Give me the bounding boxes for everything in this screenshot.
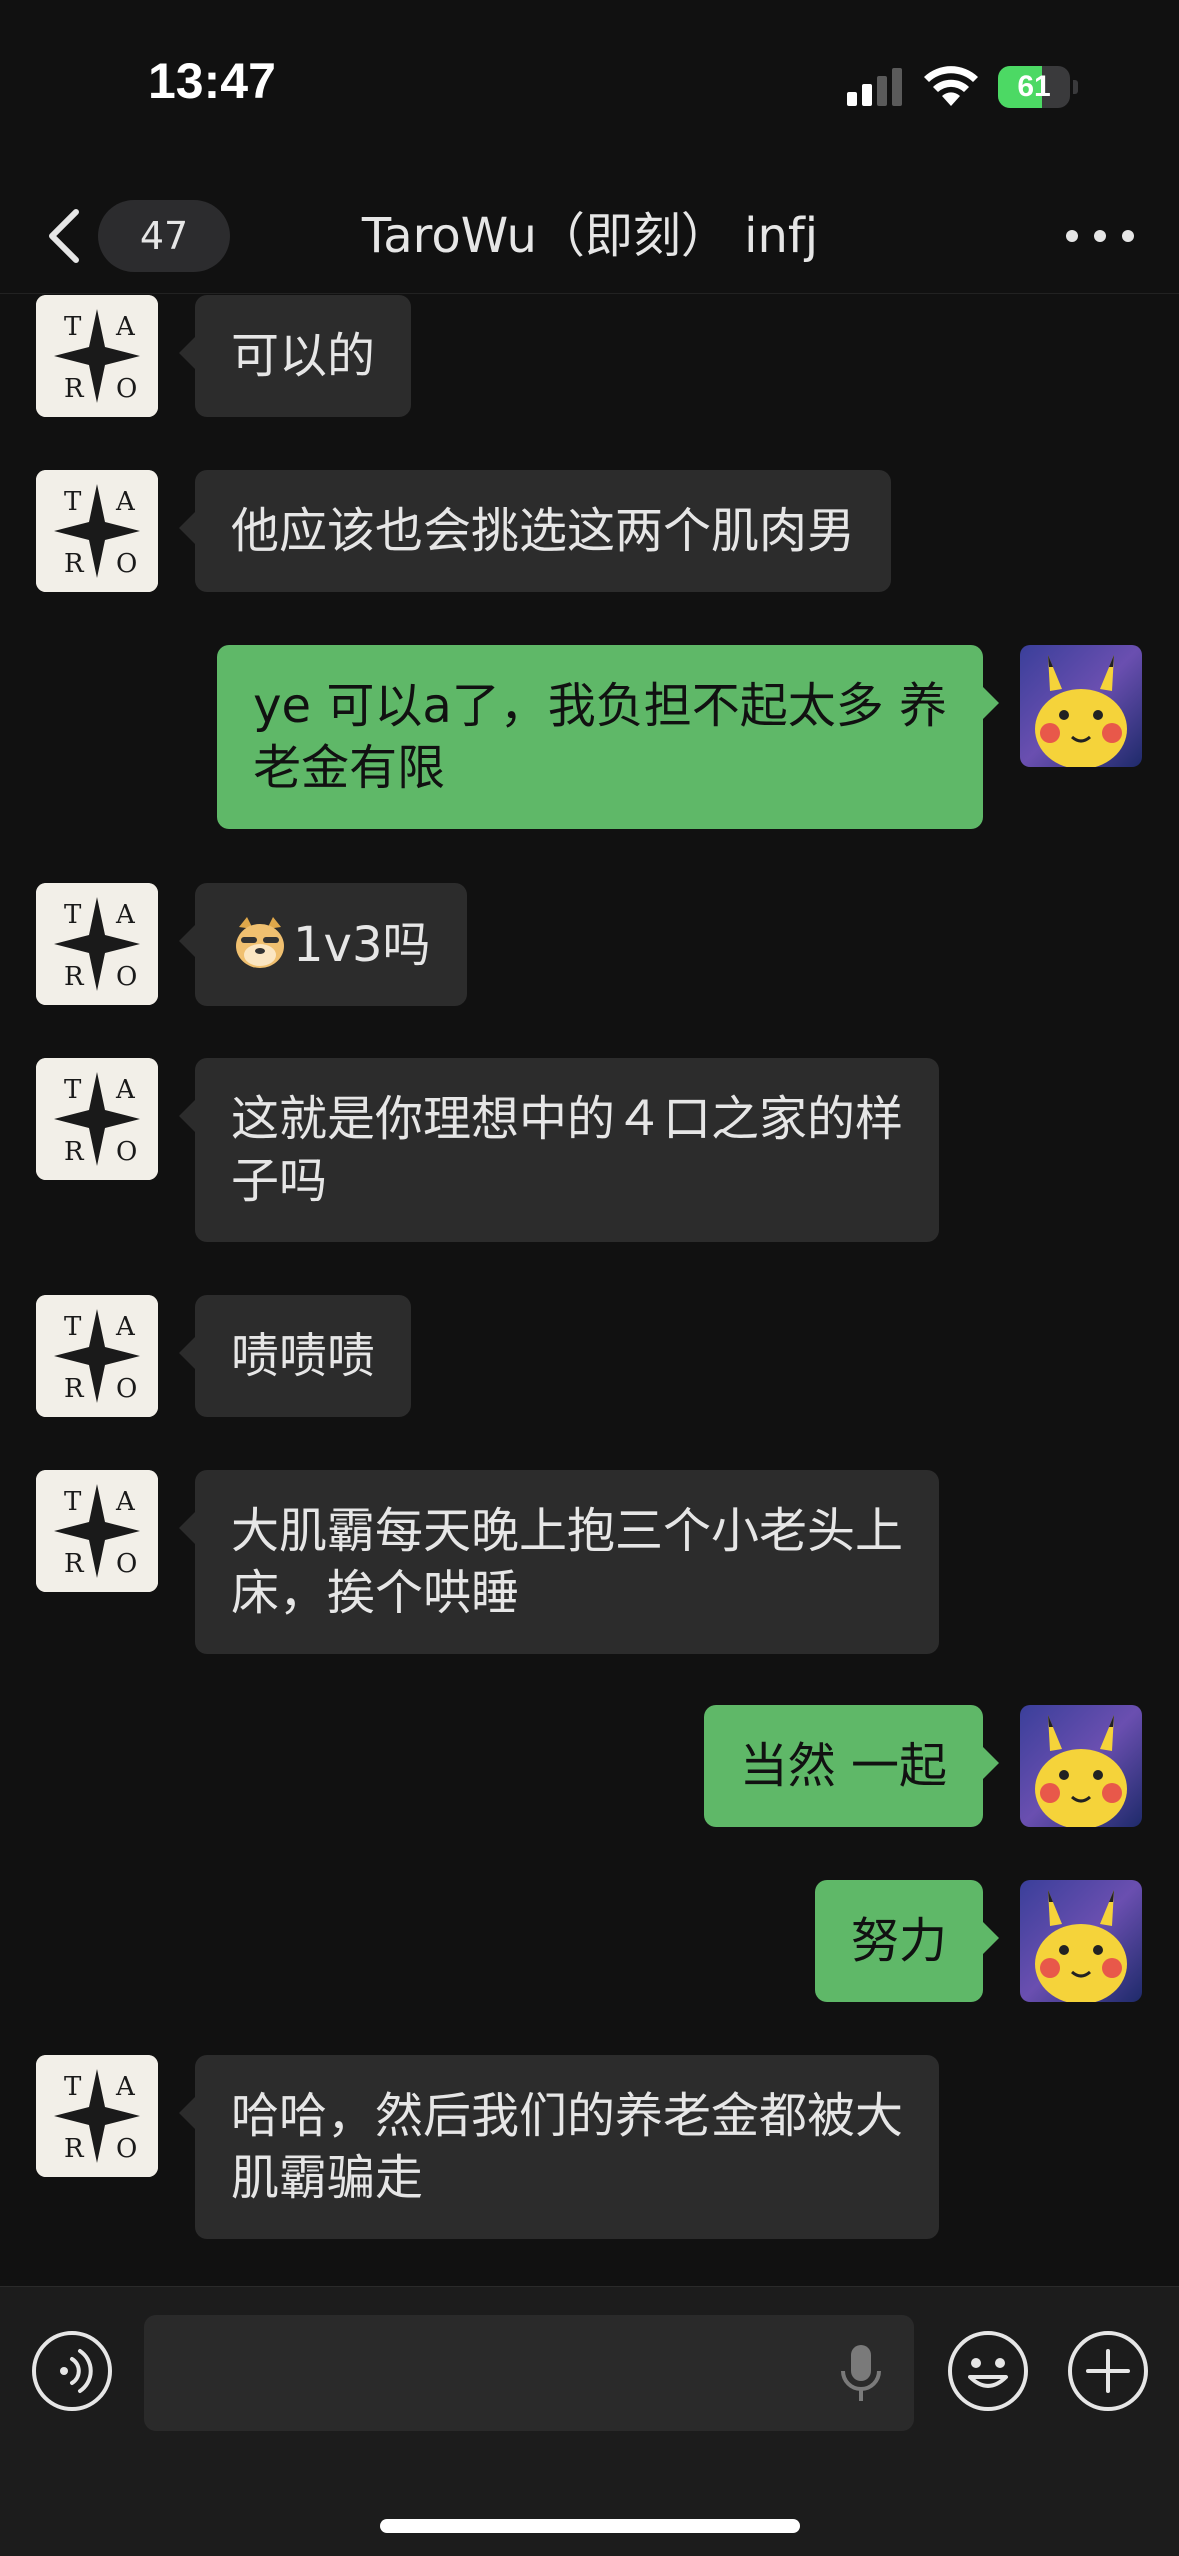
svg-text:R: R	[64, 549, 85, 579]
incoming-message-bubble[interactable]: 1v3吗	[179, 883, 467, 1006]
message-text: 1v3吗	[293, 917, 431, 973]
svg-text:R: R	[64, 1549, 85, 1579]
battery-cap	[1073, 80, 1078, 94]
svg-text:O: O	[116, 1137, 137, 1167]
battery-level: 61	[1017, 70, 1051, 103]
svg-text:O: O	[116, 2134, 137, 2164]
contact-avatar[interactable]: T A R O	[36, 295, 158, 417]
svg-text:O: O	[116, 962, 137, 992]
message-text: 这就是你理想中的４口之家的样 子吗	[231, 1091, 904, 1209]
battery-body: 61	[998, 66, 1070, 108]
incoming-message-bubble[interactable]: 他应该也会挑选这两个肌肉男	[178, 470, 892, 592]
cellular-signal-icon	[847, 68, 902, 106]
message-text: 努力	[850, 1913, 947, 1969]
outgoing-message-bubble[interactable]: 当然 一起	[703, 1705, 1000, 1827]
svg-text:R: R	[64, 1137, 85, 1167]
my-avatar[interactable]	[1020, 645, 1142, 767]
incoming-message-bubble[interactable]: 可以的	[178, 295, 412, 417]
contact-avatar[interactable]: T A R O	[36, 1058, 158, 1180]
incoming-message-bubble[interactable]: 这就是你理想中的４口之家的样 子吗	[178, 1058, 940, 1242]
back-button[interactable]: 47	[44, 200, 230, 272]
message-text: 当然 一起	[739, 1738, 947, 1794]
svg-text:R: R	[64, 962, 85, 992]
svg-text:A: A	[115, 487, 136, 517]
chevron-left-icon	[49, 209, 79, 263]
outgoing-message-bubble[interactable]: 努力	[814, 1880, 1000, 2002]
svg-text:O: O	[116, 1374, 137, 1404]
ellipsis-icon	[1066, 230, 1078, 242]
svg-text:T: T	[64, 1487, 82, 1517]
message-text: 他应该也会挑选这两个肌肉男	[231, 503, 856, 559]
contact-avatar[interactable]: T A R O	[36, 470, 158, 592]
svg-text:O: O	[116, 549, 137, 579]
my-avatar[interactable]	[1020, 1705, 1142, 1827]
status-time: 13:47	[148, 53, 276, 109]
ellipsis-dot	[1122, 230, 1134, 242]
message-text: 大肌霸每天晚上抱三个小老头上 床，挨个哄睡	[231, 1503, 904, 1621]
smiley-icon[interactable]	[946, 2329, 1030, 2413]
message-text: 哈哈，然后我们的养老金都被大 肌霸骗走	[231, 2088, 904, 2206]
svg-text:O: O	[116, 374, 137, 404]
microphone-icon[interactable]	[838, 2343, 884, 2405]
ellipsis-dot	[1094, 230, 1106, 242]
svg-text:O: O	[116, 1549, 137, 1579]
unread-count-badge[interactable]: 47	[98, 200, 230, 272]
svg-text:R: R	[64, 1374, 85, 1404]
message-text: 可以的	[231, 328, 376, 384]
incoming-message-bubble[interactable]: 啧啧啧	[178, 1295, 412, 1417]
message-list[interactable]: T A R O 可以的 T A R O 他应该也会挑选这两个肌肉男 ye 可以a了，我负担不起太多 …	[0, 295, 1179, 2285]
message-text: 啧啧啧	[231, 1328, 376, 1384]
svg-text:R: R	[64, 2134, 85, 2164]
contact-avatar[interactable]: T A R O	[36, 883, 158, 1005]
doge-emoji	[236, 917, 284, 968]
contact-avatar[interactable]: T A R O	[36, 1470, 158, 1592]
status-bar: 13:47 61	[0, 0, 1179, 170]
svg-text:T: T	[64, 2072, 82, 2102]
svg-text:T: T	[64, 1312, 82, 1342]
plus-circle-icon[interactable]	[1066, 2329, 1150, 2413]
battery-indicator: 61	[998, 66, 1078, 108]
svg-text:A: A	[115, 1312, 136, 1342]
incoming-message-bubble[interactable]: 哈哈，然后我们的养老金都被大 肌霸骗走	[178, 2055, 940, 2239]
svg-text:T: T	[64, 900, 82, 930]
input-bar	[0, 2286, 1179, 2556]
chat-title: TaroWu（即刻） infj	[361, 208, 819, 264]
wifi-icon	[924, 66, 978, 106]
svg-text:T: T	[64, 312, 82, 342]
contact-avatar[interactable]: T A R O	[36, 2055, 158, 2177]
voice-mode-icon[interactable]	[30, 2329, 114, 2413]
home-indicator	[380, 2519, 800, 2533]
contact-avatar[interactable]: T A R O	[36, 1295, 158, 1417]
svg-text:A: A	[115, 2072, 136, 2102]
svg-text:A: A	[115, 1487, 136, 1517]
outgoing-message-bubble[interactable]: ye 可以a了，我负担不起太多 养 老金有限	[217, 645, 999, 829]
chat-header: 47 TaroWu（即刻） infj	[0, 170, 1179, 294]
svg-text:A: A	[115, 312, 136, 342]
svg-text:T: T	[64, 487, 82, 517]
message-text: ye 可以a了，我负担不起太多 养 老金有限	[253, 678, 947, 796]
message-input[interactable]	[144, 2315, 914, 2431]
svg-text:R: R	[64, 374, 85, 404]
svg-text:A: A	[115, 900, 136, 930]
svg-text:A: A	[115, 1075, 136, 1105]
my-avatar[interactable]	[1020, 1880, 1142, 2002]
more-options-button[interactable]	[1060, 210, 1140, 260]
svg-text:T: T	[64, 1075, 82, 1105]
incoming-message-bubble[interactable]: 大肌霸每天晚上抱三个小老头上 床，挨个哄睡	[178, 1470, 940, 1654]
